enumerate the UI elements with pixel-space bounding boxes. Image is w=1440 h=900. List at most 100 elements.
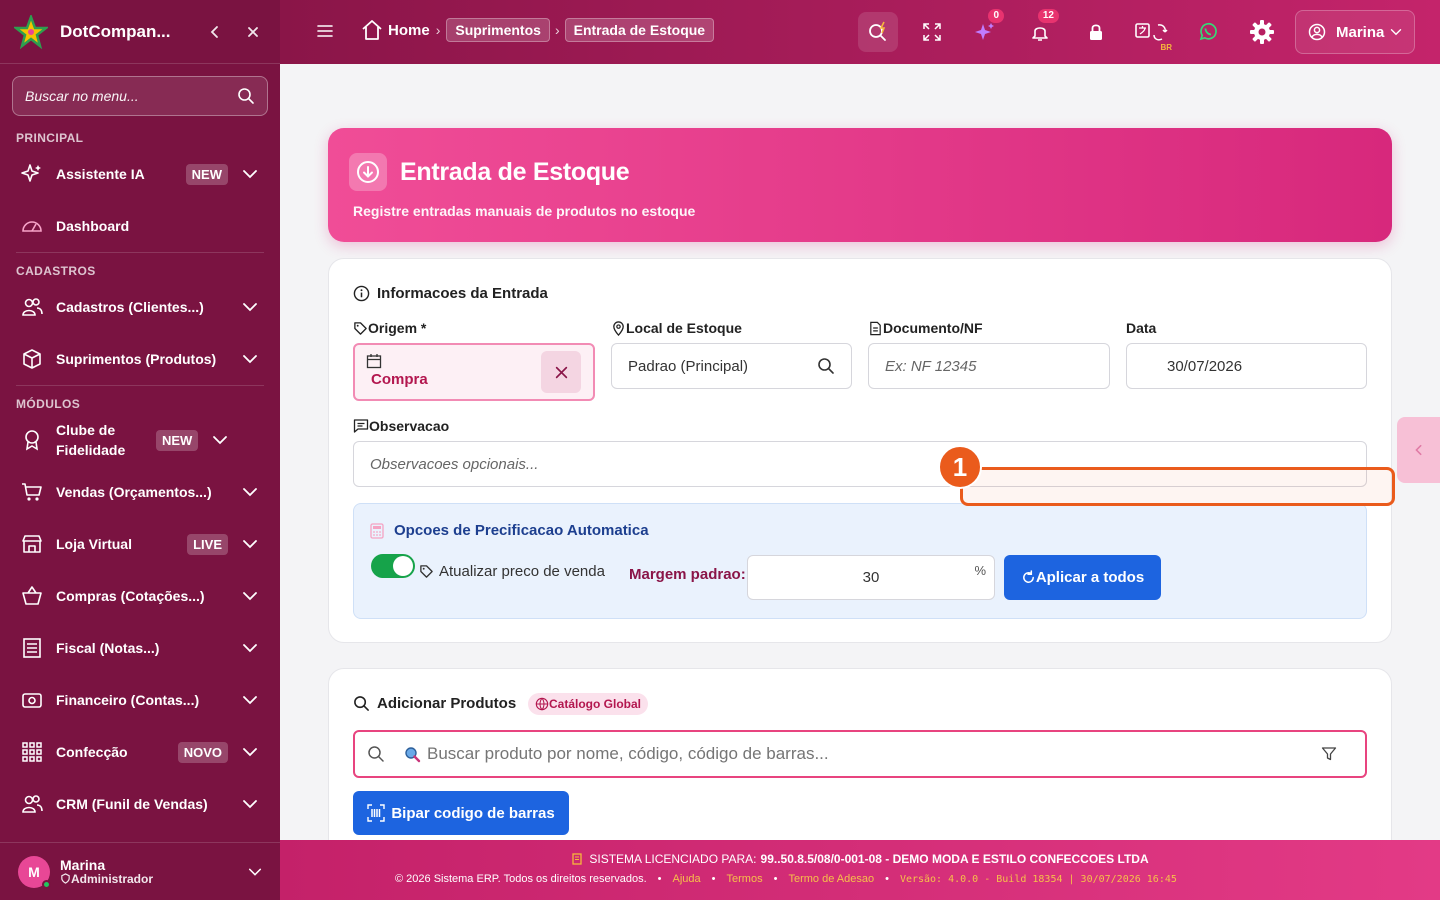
lock-icon	[1090, 24, 1102, 40]
globe-icon	[535, 697, 549, 711]
sidebar-item-dashboard[interactable]: Dashboard	[0, 200, 280, 252]
search-icon	[354, 696, 369, 711]
user-dropdown-button[interactable]: Marina	[1295, 10, 1415, 54]
brand-name: DotCompan...	[60, 21, 171, 41]
search-flash-icon	[869, 21, 886, 41]
chevron-down-icon	[243, 355, 257, 364]
notifications-button[interactable]: 12	[1024, 9, 1059, 48]
section-principal: PRINCIPAL	[16, 131, 84, 145]
auto-pricing-title: Opcoes de Precificacao Automatica	[370, 522, 649, 539]
magnifier-emoji-icon	[405, 747, 421, 763]
sidebar-item-financeiro[interactable]: Financeiro (Contas...)	[0, 674, 280, 726]
add-products-title-text: Adicionar Produtos	[377, 695, 517, 712]
whatsapp-button[interactable]	[1192, 16, 1224, 48]
fullscreen-button[interactable]	[916, 16, 948, 48]
avatar: M	[18, 855, 51, 889]
page-header-banner: Entrada de Estoque Registre entradas man…	[328, 128, 1392, 242]
grid-icon	[20, 740, 44, 764]
store-icon	[20, 532, 44, 556]
scan-barcode-button[interactable]: Bipar codigo de barras	[353, 791, 569, 835]
update-price-label: Atualizar preco de venda	[419, 563, 605, 580]
online-status-dot	[42, 879, 51, 889]
product-search-input[interactable]	[427, 744, 1321, 764]
search-icon	[238, 88, 254, 104]
menu-toggle-button[interactable]	[316, 22, 334, 40]
sidebar-item-fiscal[interactable]: Fiscal (Notas...)	[0, 622, 280, 674]
sidebar: DotCompan... PRINCIPAL Assistente IA NEW…	[0, 0, 280, 900]
local-estoque-field[interactable]: Padrao (Principal)	[611, 343, 852, 389]
sidebar-item-loja-virtual[interactable]: Loja Virtual LIVE	[0, 518, 280, 570]
menu-search[interactable]	[12, 76, 268, 116]
sparkle-icon	[20, 162, 44, 186]
separator-dot: •	[657, 873, 662, 885]
breadcrumb-current-page: Entrada de Estoque	[564, 18, 715, 42]
apply-to-all-button[interactable]: Aplicar a todos	[1004, 555, 1161, 600]
sidebar-item-label: Suprimentos (Produtos)	[56, 351, 217, 367]
adhesion-terms-link[interactable]: Termo de Adesao	[788, 873, 874, 885]
whatsapp-icon	[1199, 22, 1217, 41]
sidebar-item-assistente-ia[interactable]: Assistente IA NEW	[0, 148, 280, 200]
comment-icon	[353, 419, 369, 433]
page-subtitle: Registre entradas manuais de produtos no…	[353, 203, 696, 219]
ai-button[interactable]: 0	[969, 9, 1004, 48]
documento-input[interactable]	[885, 357, 1093, 375]
side-panel-toggle[interactable]	[1397, 417, 1440, 483]
apply-to-all-label: Aplicar a todos	[1035, 569, 1145, 586]
chevron-left-icon	[210, 25, 218, 38]
info-icon	[353, 285, 370, 302]
hamburger-icon	[317, 25, 333, 37]
local-label: Local de Estoque	[611, 320, 742, 336]
origem-select[interactable]: Compra	[353, 343, 595, 401]
product-search-field[interactable]	[353, 730, 1367, 778]
calculator-icon	[370, 522, 384, 539]
sidebar-item-label: Fiscal (Notas...)	[56, 640, 160, 656]
box-icon	[20, 347, 44, 371]
help-link[interactable]: Ajuda	[673, 873, 701, 885]
documento-field[interactable]	[868, 343, 1110, 389]
catalog-global-badge[interactable]: Catálogo Global	[528, 693, 649, 715]
quick-search-button[interactable]	[858, 12, 898, 52]
section-cadastros: CADASTROS	[16, 264, 96, 278]
sidebar-item-suprimentos[interactable]: Suprimentos (Produtos)	[0, 333, 280, 385]
margin-field[interactable]: 30 %	[747, 555, 995, 600]
origem-label-text: Origem *	[368, 320, 427, 336]
sidebar-item-label: Clube de Fidelidade	[56, 422, 126, 458]
data-field[interactable]: 30/07/2026	[1126, 343, 1367, 389]
clear-origem-button[interactable]	[541, 351, 581, 393]
sidebar-item-label: Compras (Cotações...)	[56, 588, 205, 604]
auto-pricing-panel: Opcoes de Precificacao Automatica Atuali…	[353, 503, 1367, 619]
terms-link[interactable]: Termos	[727, 873, 763, 885]
logo-icon	[14, 14, 48, 49]
sidebar-item-label: Financeiro (Contas...)	[56, 692, 200, 708]
sidebar-item-confeccao[interactable]: Confecção NOVO	[0, 726, 280, 778]
breadcrumb-home[interactable]: Home	[360, 18, 430, 42]
sidebar-item-vendas[interactable]: Vendas (Orçamentos...)	[0, 466, 280, 518]
new-badge: NEW	[185, 163, 228, 185]
user-menu[interactable]: M Marina Administrador	[0, 842, 280, 900]
sidebar-item-cadastros[interactable]: Cadastros (Clientes...)	[0, 281, 280, 333]
language-button[interactable]: BR	[1132, 16, 1172, 52]
bell-icon	[1032, 27, 1048, 41]
margin-value: 30	[862, 569, 880, 586]
breadcrumb-suprimentos[interactable]: Suprimentos	[446, 18, 550, 42]
update-price-toggle[interactable]	[371, 554, 415, 578]
settings-button[interactable]	[1246, 16, 1278, 48]
section-modulos: MÓDULOS	[16, 397, 81, 411]
menu-search-input[interactable]	[25, 88, 237, 104]
origem-label: Origem *	[353, 320, 426, 336]
search-icon[interactable]	[817, 357, 835, 375]
award-icon	[20, 428, 44, 452]
sidebar-item-compras[interactable]: Compras (Cotações...)	[0, 570, 280, 622]
lock-button[interactable]	[1080, 16, 1112, 48]
license-line: SISTEMA LICENCIADO PARA: 99..50.8.5/08/0…	[280, 852, 1440, 866]
local-estoque-value: Padrao (Principal)	[628, 357, 749, 375]
chevron-down-icon	[248, 868, 262, 876]
close-sidebar-button[interactable]	[240, 19, 266, 45]
filter-icon[interactable]	[1321, 746, 1337, 762]
sidebar-item-clube-fidelidade[interactable]: Clube de Fidelidade NEW	[0, 414, 280, 466]
expand-icon	[923, 23, 941, 41]
entry-info-title-text: Informacoes da Entrada	[377, 285, 548, 302]
gauge-icon	[20, 214, 44, 238]
collapse-sidebar-button[interactable]	[202, 19, 228, 45]
sidebar-item-crm[interactable]: CRM (Funil de Vendas)	[0, 778, 280, 830]
